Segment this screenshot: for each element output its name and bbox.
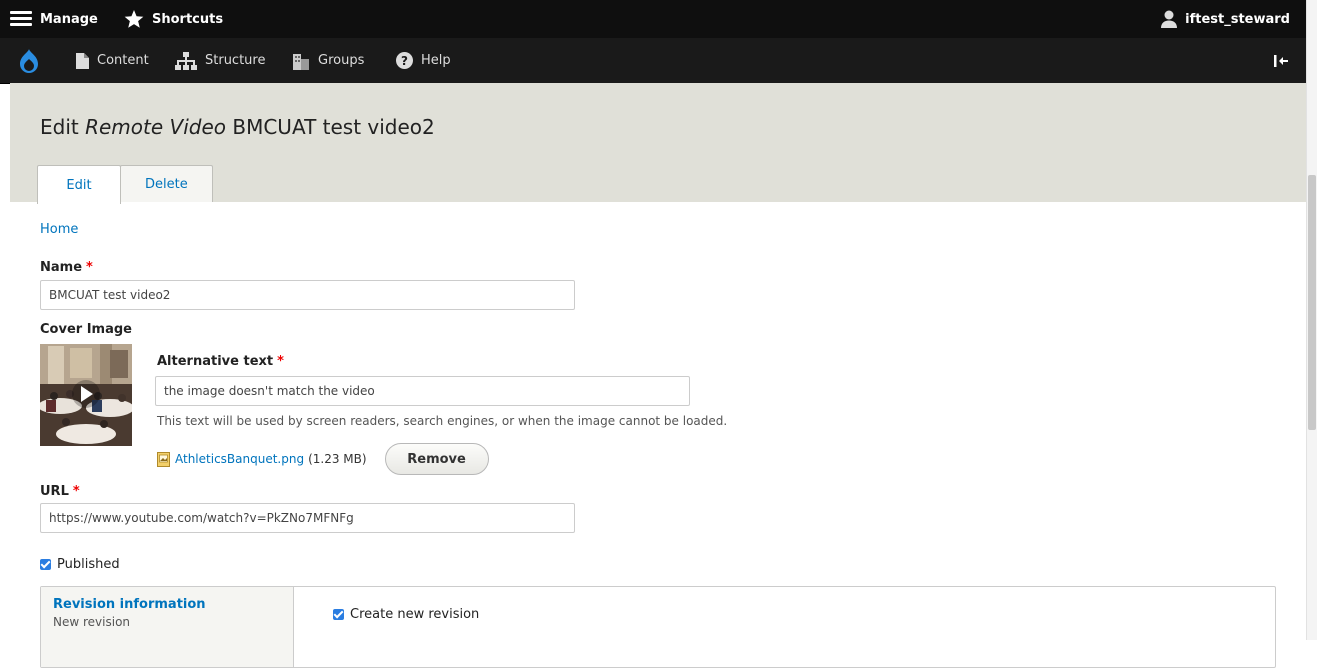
- tray-help-label: Help: [421, 53, 451, 68]
- collapse-left-icon: [1274, 54, 1288, 67]
- tab-edit[interactable]: Edit: [37, 165, 121, 204]
- required-marker: *: [72, 484, 80, 499]
- published-label: Published: [57, 557, 120, 572]
- file-item: AthleticsBanquet.png (1.23 MB) Remove: [157, 443, 489, 475]
- shortcuts-button[interactable]: Shortcuts: [124, 0, 223, 38]
- name-label: Name *: [40, 260, 93, 275]
- shortcuts-label: Shortcuts: [152, 11, 224, 27]
- drupal-logo-icon[interactable]: [18, 38, 48, 83]
- document-icon: [76, 52, 89, 69]
- alt-text-label: Alternative text *: [157, 354, 284, 369]
- create-revision-field: Create new revision: [333, 607, 479, 622]
- revision-summary: New revision: [53, 615, 131, 629]
- primary-tabs: Edit Delete: [37, 165, 213, 204]
- user-label: iftest_steward: [1185, 11, 1290, 27]
- alt-text-description: This text will be used by screen readers…: [157, 414, 728, 428]
- published-checkbox[interactable]: [40, 559, 51, 570]
- tray-help-link[interactable]: ? Help: [396, 38, 451, 83]
- tray-content-label: Content: [97, 53, 149, 68]
- tray-content-link[interactable]: Content: [76, 38, 149, 83]
- hamburger-icon: [10, 11, 32, 27]
- question-icon: ?: [396, 52, 413, 69]
- cover-image-label: Cover Image: [40, 322, 132, 337]
- page-title: Edit Remote Video BMCUAT test video2: [40, 115, 435, 139]
- name-input[interactable]: BMCUAT test video2: [40, 280, 575, 310]
- admin-toolbar: Manage Shortcuts iftest_steward: [0, 0, 1310, 38]
- alt-text-input[interactable]: the image doesn't match the video: [155, 376, 690, 406]
- tray-structure-label: Structure: [205, 53, 266, 68]
- manage-label: Manage: [40, 11, 98, 27]
- tab-delete[interactable]: Delete: [120, 165, 213, 202]
- alt-text-label-text: Alternative text: [157, 354, 274, 369]
- image-file-icon: [157, 451, 170, 467]
- published-field: Published: [40, 557, 120, 572]
- required-marker: *: [86, 260, 93, 275]
- tray-groups-label: Groups: [318, 53, 365, 68]
- name-label-text: Name: [40, 260, 83, 275]
- create-revision-checkbox[interactable]: [333, 609, 344, 620]
- tray-structure-link[interactable]: Structure: [175, 38, 265, 83]
- title-prefix: Edit: [40, 115, 86, 139]
- revision-tab[interactable]: Revision information New revision: [41, 587, 294, 667]
- cover-image-thumbnail: [40, 344, 132, 446]
- user-icon: [1161, 10, 1178, 28]
- manage-menu-button[interactable]: Manage: [10, 0, 98, 38]
- page-scrollbar[interactable]: [1306, 0, 1317, 640]
- remove-button[interactable]: Remove: [384, 443, 489, 475]
- title-type: Remote Video: [85, 115, 226, 139]
- file-link[interactable]: AthleticsBanquet.png: [175, 452, 304, 466]
- required-marker: *: [277, 354, 284, 369]
- url-input[interactable]: https://www.youtube.com/watch?v=PkZNo7MF…: [40, 503, 575, 533]
- tray-orientation-toggle[interactable]: [1274, 38, 1296, 83]
- url-label-text: URL: [40, 484, 69, 499]
- star-icon: [124, 9, 144, 28]
- revision-information-box: Revision information New revision Create…: [40, 586, 1276, 668]
- title-name: BMCUAT test video2: [226, 115, 435, 139]
- sitemap-icon: [175, 51, 197, 70]
- tray-groups-link[interactable]: Groups: [292, 38, 364, 83]
- url-label: URL *: [40, 484, 80, 499]
- svg-text:?: ?: [401, 54, 408, 68]
- group-icon: [293, 53, 309, 70]
- page-header: Edit Remote Video BMCUAT test video2 Edi…: [10, 83, 1307, 204]
- user-menu-button[interactable]: iftest_steward: [1161, 0, 1290, 38]
- create-revision-label: Create new revision: [350, 607, 480, 622]
- breadcrumb-home[interactable]: Home: [40, 222, 78, 237]
- file-size: (1.23 MB): [308, 452, 367, 466]
- scrollbar-thumb[interactable]: [1308, 175, 1316, 430]
- admin-tray: Content Structure Groups ? Help: [0, 38, 1310, 84]
- revision-title: Revision information: [53, 597, 206, 612]
